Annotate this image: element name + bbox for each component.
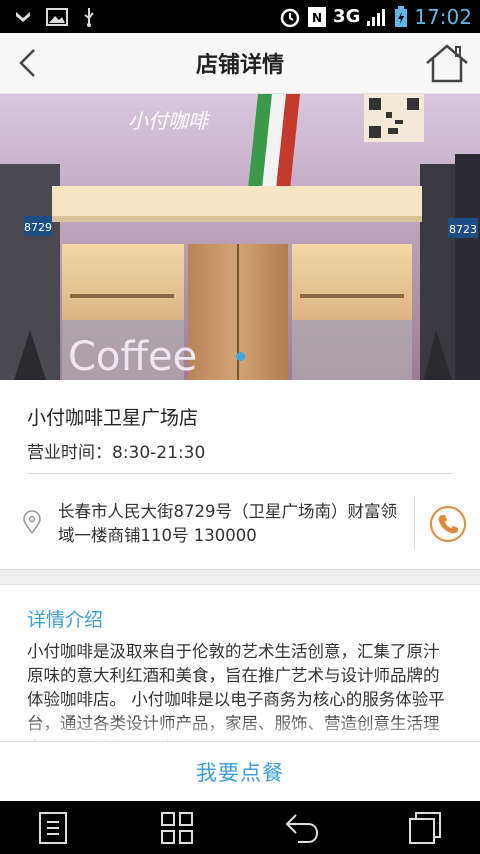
svg-text:N: N bbox=[312, 11, 322, 25]
phone-icon bbox=[430, 506, 466, 542]
menu-icon bbox=[39, 812, 67, 844]
nfc-icon: N bbox=[307, 6, 327, 28]
top-bar: 店铺详情 bbox=[0, 33, 480, 94]
section-spacer bbox=[0, 569, 480, 585]
network-type: 3G bbox=[333, 6, 361, 27]
business-hours: 营业时间：8:30-21:30 bbox=[27, 443, 206, 463]
notification-chevron-icon bbox=[14, 8, 32, 26]
storefront-image: 8729 8723 小付咖啡 Coffee bbox=[0, 94, 480, 380]
store-name: 小付咖啡卫星广场店 bbox=[27, 407, 199, 429]
page-title: 店铺详情 bbox=[195, 53, 284, 78]
home-icon bbox=[426, 44, 468, 83]
grid-icon bbox=[161, 812, 193, 844]
order-button[interactable]: 我要点餐 bbox=[196, 757, 284, 787]
order-bar: 我要点餐 bbox=[0, 741, 480, 802]
store-photo[interactable]: 8729 8723 小付咖啡 Coffee bbox=[0, 94, 480, 380]
status-time: 17:02 bbox=[414, 4, 472, 29]
home-button[interactable] bbox=[424, 43, 470, 83]
back-arrow-icon bbox=[19, 49, 35, 77]
battery-icon bbox=[394, 5, 408, 28]
detail-heading: 详情介绍 bbox=[27, 609, 104, 631]
system-back-button[interactable] bbox=[284, 811, 320, 849]
location-pin-icon bbox=[22, 510, 42, 535]
alarm-icon bbox=[279, 6, 301, 28]
carousel-indicator bbox=[0, 352, 480, 361]
usb-icon bbox=[82, 7, 96, 27]
menu-button[interactable] bbox=[38, 811, 68, 849]
address-row: 长春市人民大街8729号（卫星广场南）财富领域一楼商铺110号 130000 bbox=[0, 474, 480, 566]
return-arrow-icon bbox=[285, 814, 319, 843]
call-button[interactable] bbox=[428, 504, 468, 544]
house-number-right: 8723 bbox=[449, 223, 477, 236]
brand-sign: 小付咖啡 bbox=[128, 109, 211, 133]
house-number-left: 8729 bbox=[24, 221, 52, 234]
carousel-dot[interactable] bbox=[235, 352, 245, 361]
store-address: 长春市人民大街8729号（卫星广场南）财富领域一楼商铺110号 130000 bbox=[58, 502, 397, 545]
back-button[interactable] bbox=[14, 47, 44, 79]
overlapping-windows-icon bbox=[409, 812, 441, 844]
image-notification-icon bbox=[46, 7, 68, 26]
signal-icon bbox=[366, 7, 388, 27]
windows-button[interactable] bbox=[408, 811, 442, 849]
status-bar: N 3G 17:02 bbox=[0, 0, 480, 33]
system-nav-bar bbox=[0, 801, 480, 854]
divider bbox=[414, 496, 415, 550]
recent-apps-button[interactable] bbox=[160, 811, 194, 849]
